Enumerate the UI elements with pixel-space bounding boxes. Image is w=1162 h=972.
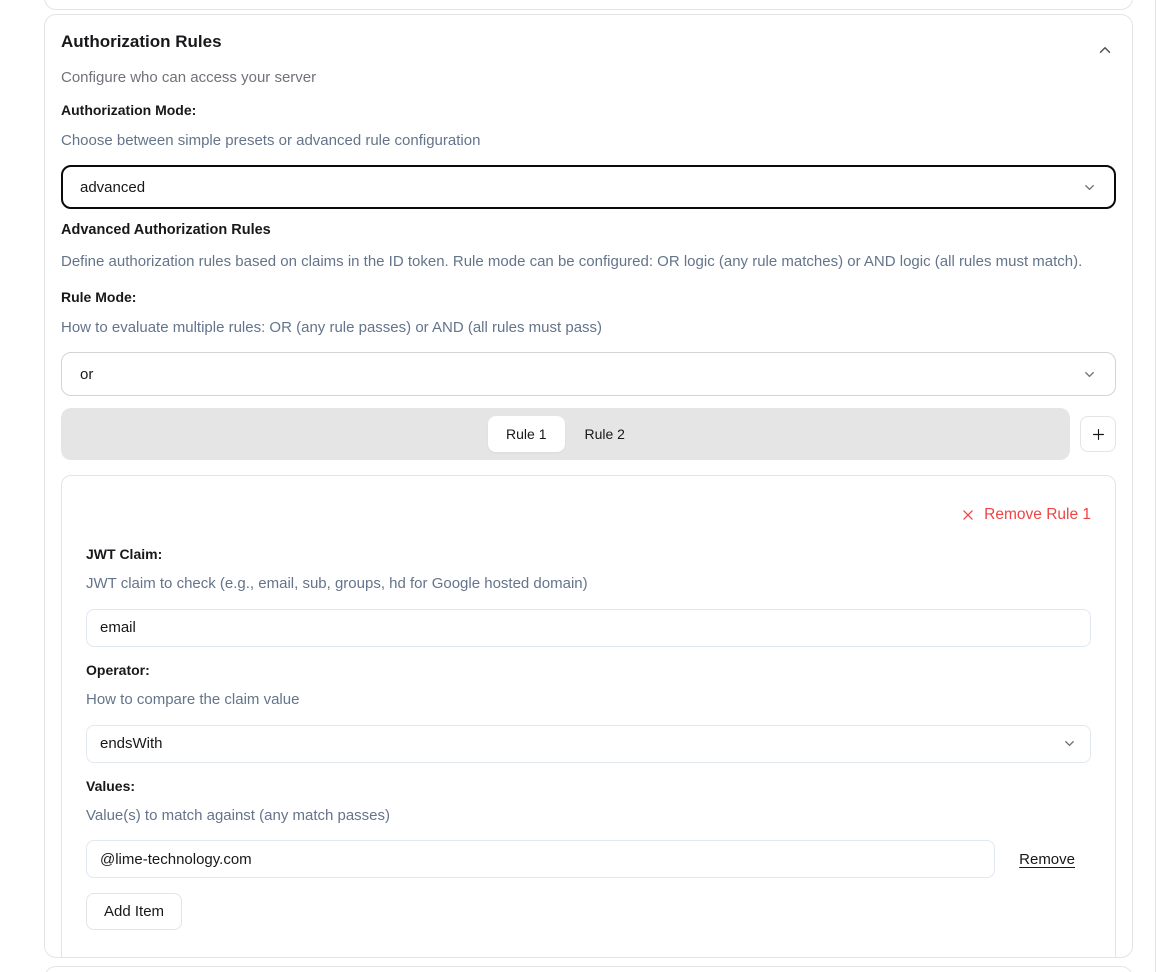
authorization-rules-card: Authorization Rules Configure who can ac… (44, 14, 1133, 958)
operator-label: Operator: (86, 661, 1091, 679)
authorization-mode-label: Authorization Mode: (61, 101, 1116, 119)
next-settings-card (44, 966, 1133, 972)
value-item-row: Remove (86, 840, 1091, 878)
rule-tabs-row: Rule 1 Rule 2 (61, 408, 1116, 460)
values-label: Values: (86, 777, 1091, 795)
jwt-claim-description: JWT claim to check (e.g., email, sub, gr… (86, 574, 1091, 594)
tab-rule-2[interactable]: Rule 2 (567, 416, 643, 452)
remove-rule-button[interactable]: Remove Rule 1 (961, 506, 1091, 524)
settings-page: Authorization Rules Configure who can ac… (0, 0, 1162, 972)
add-rule-button[interactable] (1080, 416, 1116, 452)
card-subtitle: Configure who can access your server (61, 68, 1116, 88)
collapse-section-button[interactable] (1094, 39, 1116, 61)
rule-mode-label: Rule Mode: (61, 288, 1116, 306)
values-description: Value(s) to match against (any match pas… (86, 806, 1091, 826)
plus-icon (1090, 426, 1107, 443)
chevron-down-icon (1082, 180, 1097, 195)
chevron-down-icon (1082, 367, 1097, 382)
card-header: Authorization Rules (61, 31, 1116, 61)
operator-description: How to compare the claim value (86, 690, 1091, 710)
previous-settings-card (44, 0, 1133, 10)
remove-rule-label: Remove Rule 1 (984, 506, 1091, 524)
rule-mode-description: How to evaluate multiple rules: OR (any … (61, 318, 1116, 338)
chevron-up-icon (1096, 41, 1114, 59)
tab-rule-1[interactable]: Rule 1 (488, 416, 564, 452)
right-panel-divider (1155, 0, 1156, 972)
remove-rule-row: Remove Rule 1 (86, 506, 1091, 524)
jwt-claim-input[interactable] (86, 609, 1091, 647)
chevron-down-icon (1062, 736, 1077, 751)
authorization-mode-select[interactable]: advanced (61, 165, 1116, 209)
rule-1-panel: Remove Rule 1 JWT Claim: JWT claim to ch… (61, 475, 1116, 958)
add-item-button[interactable]: Add Item (86, 893, 182, 930)
rule-tab-list: Rule 1 Rule 2 (61, 408, 1070, 460)
operator-select-value: endsWith (100, 735, 163, 752)
advanced-rules-title: Advanced Authorization Rules (61, 221, 1116, 240)
value-input[interactable] (86, 840, 995, 878)
jwt-claim-label: JWT Claim: (86, 545, 1091, 563)
x-icon (961, 508, 975, 522)
authorization-mode-select-value: advanced (80, 179, 145, 196)
card-title: Authorization Rules (61, 31, 222, 53)
authorization-mode-description: Choose between simple presets or advance… (61, 131, 1116, 151)
advanced-rules-description: Define authorization rules based on clai… (61, 252, 1116, 272)
rule-mode-select[interactable]: or (61, 352, 1116, 396)
rule-mode-select-value: or (80, 366, 93, 383)
operator-select[interactable]: endsWith (86, 725, 1091, 763)
remove-value-link[interactable]: Remove (1019, 851, 1075, 868)
